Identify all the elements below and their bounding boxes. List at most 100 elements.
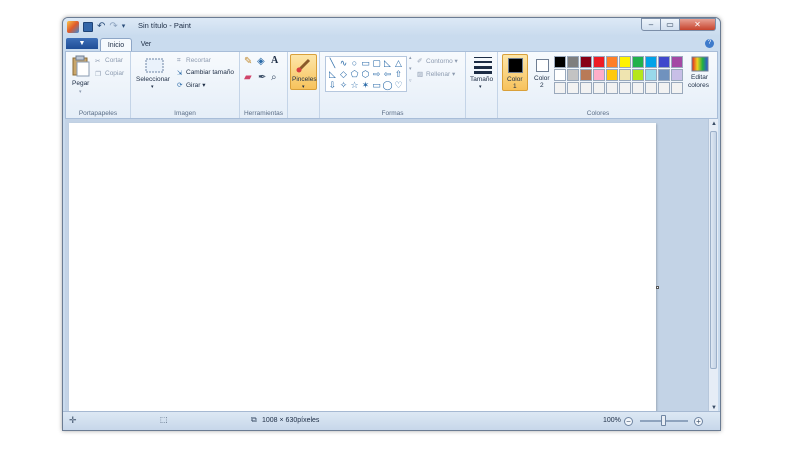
shape-arrow-up-icon[interactable]: ⇧ [393, 69, 404, 80]
shape-triangle-icon[interactable]: △ [393, 58, 404, 69]
help-icon[interactable]: ? [705, 39, 714, 48]
edit-colors-icon[interactable] [691, 56, 709, 72]
fill-shape-icon[interactable]: ▨ [417, 70, 423, 78]
resize-icon[interactable]: ⇲ [177, 69, 182, 77]
save-icon[interactable] [83, 22, 93, 32]
palette-swatch[interactable] [593, 56, 605, 68]
palette-swatch[interactable] [632, 69, 644, 81]
shape-arrow-right-icon[interactable]: ⇨ [371, 69, 382, 80]
shape-arrow-down-icon[interactable]: ⇩ [327, 80, 338, 91]
color-picker-icon[interactable]: ✒ [258, 72, 266, 83]
rotate-icon[interactable]: ⟳ [177, 81, 182, 89]
shape-oval-icon[interactable]: ○ [349, 58, 360, 69]
shape-curve-icon[interactable]: ∿ [338, 58, 349, 69]
palette-swatch[interactable] [632, 56, 644, 68]
shape-hexagon-icon[interactable]: ⬡ [360, 69, 371, 80]
shape-heart-icon[interactable]: ♡ [393, 80, 404, 91]
shape-right-triangle-icon[interactable]: ◺ [327, 69, 338, 80]
crop-button[interactable]: Recortar [186, 57, 211, 64]
palette-swatch[interactable] [554, 82, 566, 94]
shape-polygon-icon[interactable]: ◺ [382, 58, 393, 69]
palette-swatch[interactable] [567, 56, 579, 68]
select-dropdown-icon[interactable]: ▾ [151, 84, 154, 90]
palette-swatch[interactable] [593, 69, 605, 81]
palette-swatch[interactable] [658, 69, 670, 81]
palette-swatch[interactable] [606, 56, 618, 68]
size-icon[interactable] [474, 56, 492, 74]
palette-swatch[interactable] [580, 56, 592, 68]
minimize-button[interactable]: – [641, 18, 661, 31]
palette-swatch[interactable] [671, 82, 683, 94]
palette-swatch[interactable] [645, 82, 657, 94]
redo-icon[interactable]: ↷ [109, 21, 117, 33]
shape-rectangle-icon[interactable]: ▭ [360, 58, 371, 69]
copy-icon[interactable]: ❐ [95, 70, 101, 78]
palette-swatch[interactable] [632, 82, 644, 94]
edit-colors-button-line1[interactable]: Editar [691, 74, 708, 81]
color2-button[interactable]: Color 2 [530, 54, 556, 91]
shape-line-icon[interactable]: ╲ [327, 58, 338, 69]
outline-icon[interactable]: ✐ [417, 57, 422, 65]
palette-swatch[interactable] [580, 69, 592, 81]
paint-logo-icon[interactable] [67, 21, 79, 33]
scroll-thumb[interactable] [710, 131, 717, 369]
paste-button[interactable]: Pegar [72, 80, 89, 87]
copy-button[interactable]: Copiar [105, 70, 124, 77]
select-icon[interactable] [145, 58, 165, 74]
tab-ver[interactable]: Ver [134, 38, 158, 51]
shapes-scroll-up-icon[interactable]: ▴ [409, 55, 412, 61]
fill-shape-button[interactable]: Rellenar ▾ [426, 70, 455, 78]
shape-diamond-icon[interactable]: ◇ [338, 69, 349, 80]
pencil-icon[interactable]: ✎ [244, 56, 252, 67]
maximize-button[interactable]: ▭ [661, 18, 680, 31]
shape-pentagon-icon[interactable]: ⬠ [349, 69, 360, 80]
undo-icon[interactable]: ↶ [97, 21, 105, 33]
palette-swatch[interactable] [606, 82, 618, 94]
palette-swatch[interactable] [658, 82, 670, 94]
scroll-up-arrow[interactable]: ▲ [709, 119, 719, 129]
cut-icon[interactable]: ✂ [95, 57, 100, 65]
edit-colors-button-line2[interactable]: colores [688, 82, 709, 89]
customize-qat-icon[interactable]: ▾ [122, 21, 126, 33]
palette-swatch[interactable] [567, 82, 579, 94]
color1-button[interactable]: Color 1 [502, 54, 528, 91]
drawing-canvas[interactable] [69, 123, 656, 413]
shape-callout-rect-icon[interactable]: ▭ [371, 80, 382, 91]
size-button[interactable]: Tamaño [470, 76, 493, 83]
brushes-button[interactable]: Pinceles ▾ [290, 54, 317, 90]
palette-swatch[interactable] [554, 56, 566, 68]
vertical-scrollbar[interactable]: ▲ ▼ [708, 119, 718, 413]
palette-swatch[interactable] [554, 69, 566, 81]
shape-star6-icon[interactable]: ✶ [360, 80, 371, 91]
zoom-in-button[interactable]: + [694, 417, 703, 426]
shape-rounded-rectangle-icon[interactable]: ▢ [371, 58, 382, 69]
palette-swatch[interactable] [606, 69, 618, 81]
palette-swatch[interactable] [658, 56, 670, 68]
resize-button[interactable]: Cambiar tamaño [186, 69, 234, 76]
canvas-resize-handle[interactable] [656, 286, 659, 289]
palette-swatch[interactable] [580, 82, 592, 94]
shape-arrow-left-icon[interactable]: ⇦ [382, 69, 393, 80]
select-button[interactable]: Seleccionar [136, 76, 170, 83]
palette-swatch[interactable] [619, 82, 631, 94]
file-menu-button[interactable]: ▼ [66, 38, 98, 49]
size-dropdown-icon[interactable]: ▾ [479, 84, 482, 90]
tab-inicio[interactable]: Inicio [100, 38, 132, 51]
eraser-icon[interactable]: ▰ [244, 72, 252, 83]
shape-star5-icon[interactable]: ☆ [349, 80, 360, 91]
palette-swatch[interactable] [567, 69, 579, 81]
palette-swatch[interactable] [671, 56, 683, 68]
close-button[interactable]: ✕ [680, 18, 716, 31]
shapes-expand-icon[interactable]: ▿ [409, 78, 412, 84]
palette-swatch[interactable] [645, 69, 657, 81]
palette-swatch[interactable] [619, 56, 631, 68]
shape-star4-icon[interactable]: ✧ [338, 80, 349, 91]
crop-icon[interactable]: ⌗ [177, 57, 181, 65]
zoom-slider-thumb[interactable] [661, 415, 666, 426]
paste-icon[interactable] [72, 55, 90, 77]
shapes-scroll-down-icon[interactable]: ▾ [409, 66, 412, 72]
text-icon[interactable]: A [271, 55, 278, 66]
cut-button[interactable]: Cortar [105, 57, 123, 64]
palette-swatch[interactable] [619, 69, 631, 81]
paste-dropdown-icon[interactable]: ▾ [79, 89, 82, 95]
